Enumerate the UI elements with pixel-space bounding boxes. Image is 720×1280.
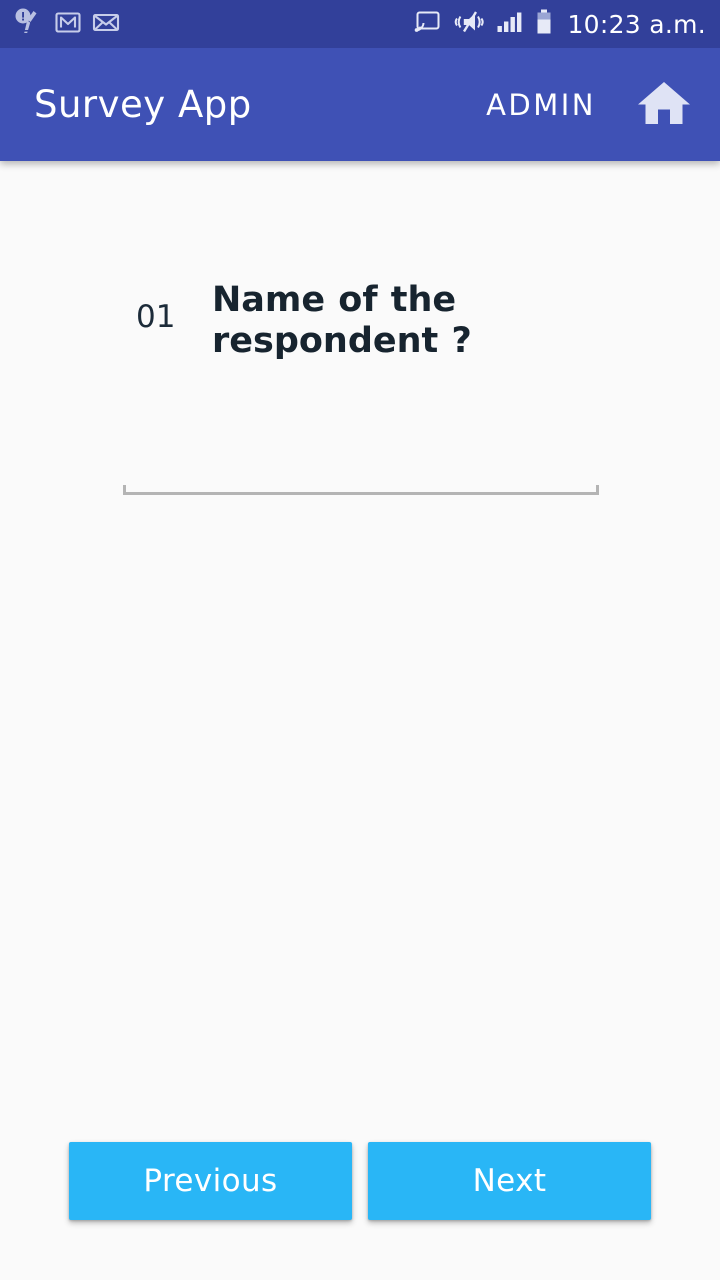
battery-icon <box>535 8 553 40</box>
question-block: 01 Name of the respondent ? <box>0 280 720 363</box>
status-bar-right-icons: 10:23 a.m. <box>414 8 706 40</box>
answer-input[interactable] <box>123 439 599 489</box>
app-bar-actions: ADMIN <box>486 81 692 129</box>
app-title: Survey App <box>34 83 252 126</box>
question-text: Name of the respondent ? <box>212 280 472 362</box>
home-icon <box>636 78 692 132</box>
question-number: 01 <box>136 299 176 335</box>
cast-icon <box>414 9 442 39</box>
survey-content: 01 Name of the respondent ? Previous Nex… <box>0 161 720 1280</box>
admin-label[interactable]: ADMIN <box>486 88 596 122</box>
gmail-icon <box>54 8 82 40</box>
phone-screen: 10:23 a.m. Survey App ADMIN 01 Name of t… <box>0 0 720 1280</box>
signal-icon <box>496 9 524 39</box>
home-button[interactable] <box>636 81 692 129</box>
cleaner-alert-icon <box>14 7 44 41</box>
navigation-button-bar: Previous Next <box>0 1142 720 1220</box>
status-bar: 10:23 a.m. <box>0 0 720 48</box>
app-bar: Survey App ADMIN <box>0 48 720 161</box>
answer-field-underline <box>123 485 599 495</box>
answer-field-wrapper <box>123 439 599 495</box>
vibrate-mute-icon <box>453 9 485 39</box>
status-bar-clock: 10:23 a.m. <box>567 9 706 39</box>
email-icon <box>92 8 120 40</box>
next-button[interactable]: Next <box>368 1142 651 1220</box>
status-bar-left-icons <box>14 7 120 41</box>
previous-button[interactable]: Previous <box>69 1142 352 1220</box>
